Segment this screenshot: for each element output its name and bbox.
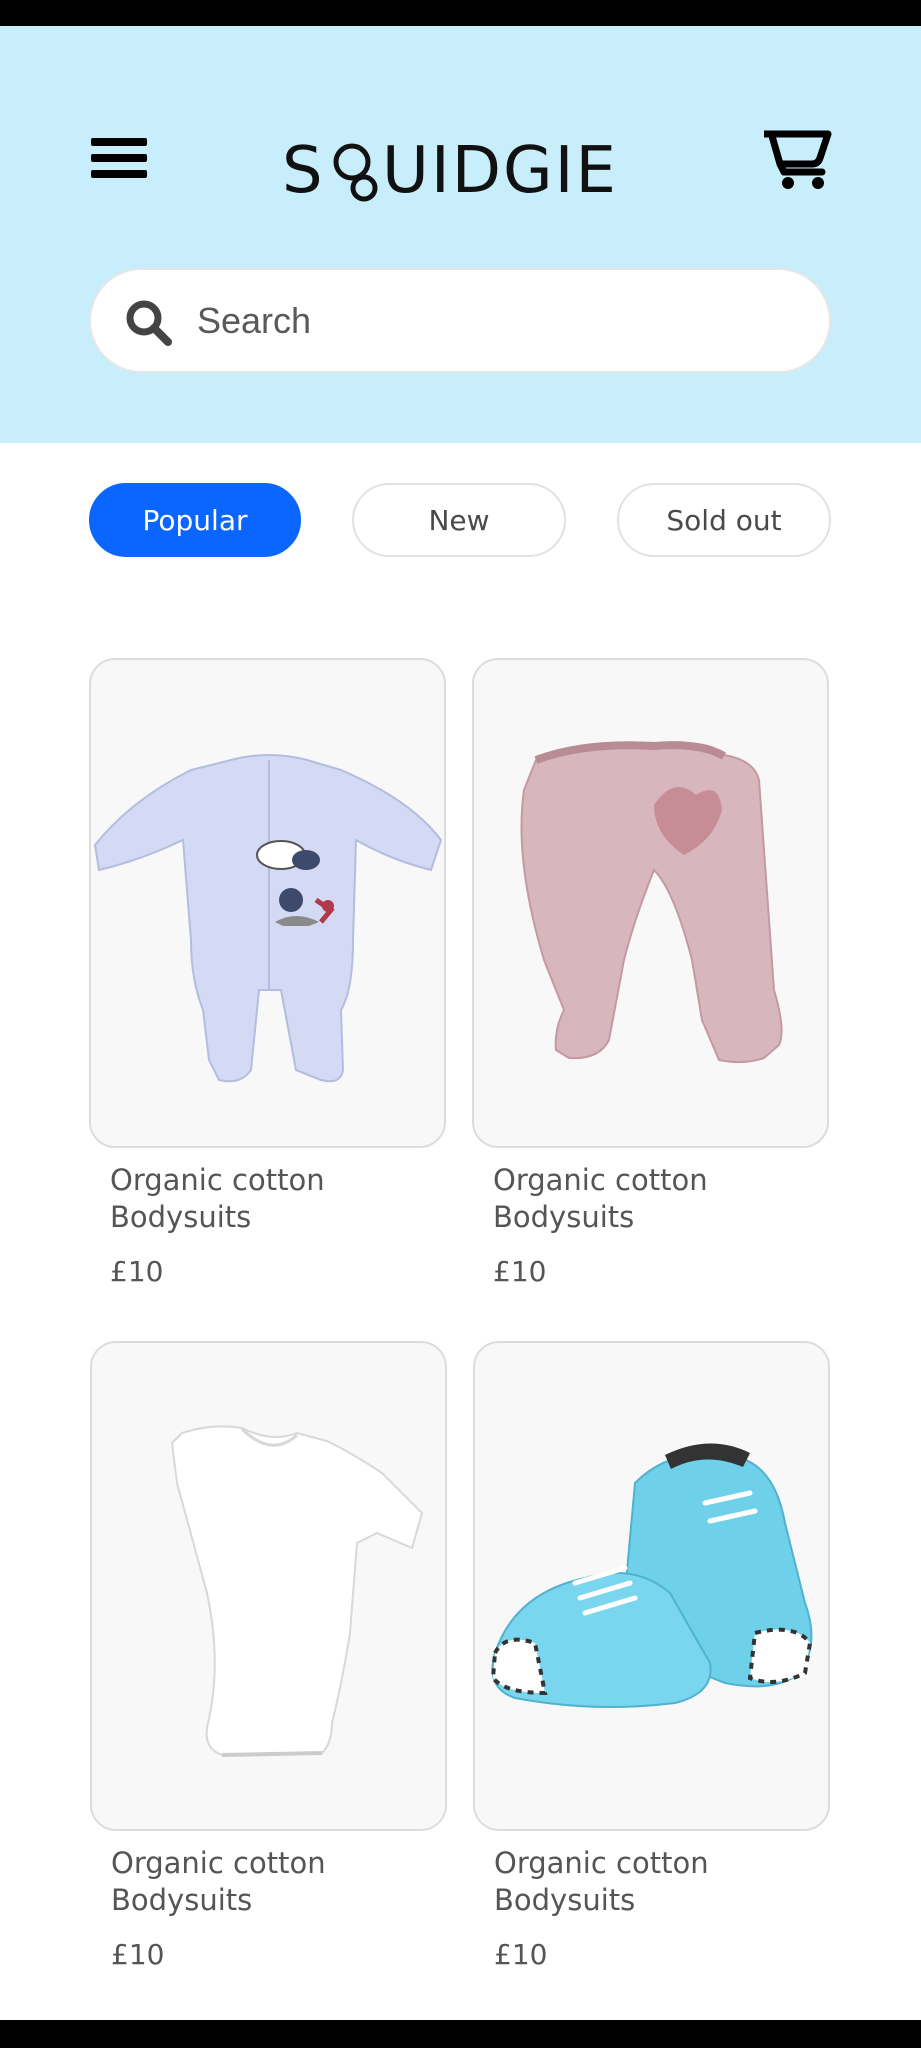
product-image[interactable] bbox=[89, 658, 446, 1148]
search-icon bbox=[126, 300, 172, 346]
product-card[interactable]: Organic cotton Bodysuits £10 bbox=[473, 1341, 830, 1981]
product-price: £10 bbox=[110, 1255, 164, 1288]
product-image[interactable] bbox=[472, 658, 829, 1148]
search-input[interactable] bbox=[197, 288, 797, 354]
logo-wordmark: S UIDGIES bbox=[282, 134, 659, 208]
product-name: Organic cotton Bodysuits bbox=[493, 1163, 708, 1234]
pink-trousers-image bbox=[520, 741, 783, 1064]
hamburger-menu-icon[interactable] bbox=[88, 132, 150, 184]
product-price: £10 bbox=[494, 1938, 548, 1971]
product-card[interactable]: Organic cotton Bodysuits £10 bbox=[90, 1341, 447, 1981]
product-image[interactable] bbox=[90, 1341, 447, 1831]
product-price: £10 bbox=[111, 1938, 165, 1971]
svg-text:UIDGIES: UIDGIES bbox=[382, 134, 614, 208]
product-name: Organic cotton Bodysuits bbox=[110, 1163, 325, 1234]
white-bodysuit-image bbox=[170, 1425, 424, 1757]
header bbox=[0, 26, 921, 443]
blue-shoes-image bbox=[490, 1443, 813, 1708]
shopping-cart-icon[interactable] bbox=[760, 128, 834, 192]
search-bar[interactable] bbox=[89, 268, 831, 373]
product-card[interactable]: Organic cotton Bodysuits £10 bbox=[472, 658, 829, 1298]
product-card[interactable]: Organic cotton Bodysuits £10 bbox=[89, 658, 446, 1298]
product-name: Organic cotton Bodysuits bbox=[111, 1846, 326, 1917]
blue-sleepsuit-image bbox=[93, 754, 443, 1083]
filter-popular[interactable]: Popular bbox=[89, 483, 301, 557]
filter-sold-out[interactable]: Sold out bbox=[617, 483, 831, 557]
navigation-bar bbox=[0, 2020, 921, 2048]
status-bar bbox=[0, 0, 921, 26]
svg-text:S: S bbox=[282, 134, 325, 208]
product-price: £10 bbox=[493, 1255, 547, 1288]
product-image[interactable] bbox=[473, 1341, 830, 1831]
app-logo: S UIDGIES bbox=[282, 122, 659, 208]
filter-new[interactable]: New bbox=[352, 483, 566, 557]
product-name: Organic cotton Bodysuits bbox=[494, 1846, 709, 1917]
